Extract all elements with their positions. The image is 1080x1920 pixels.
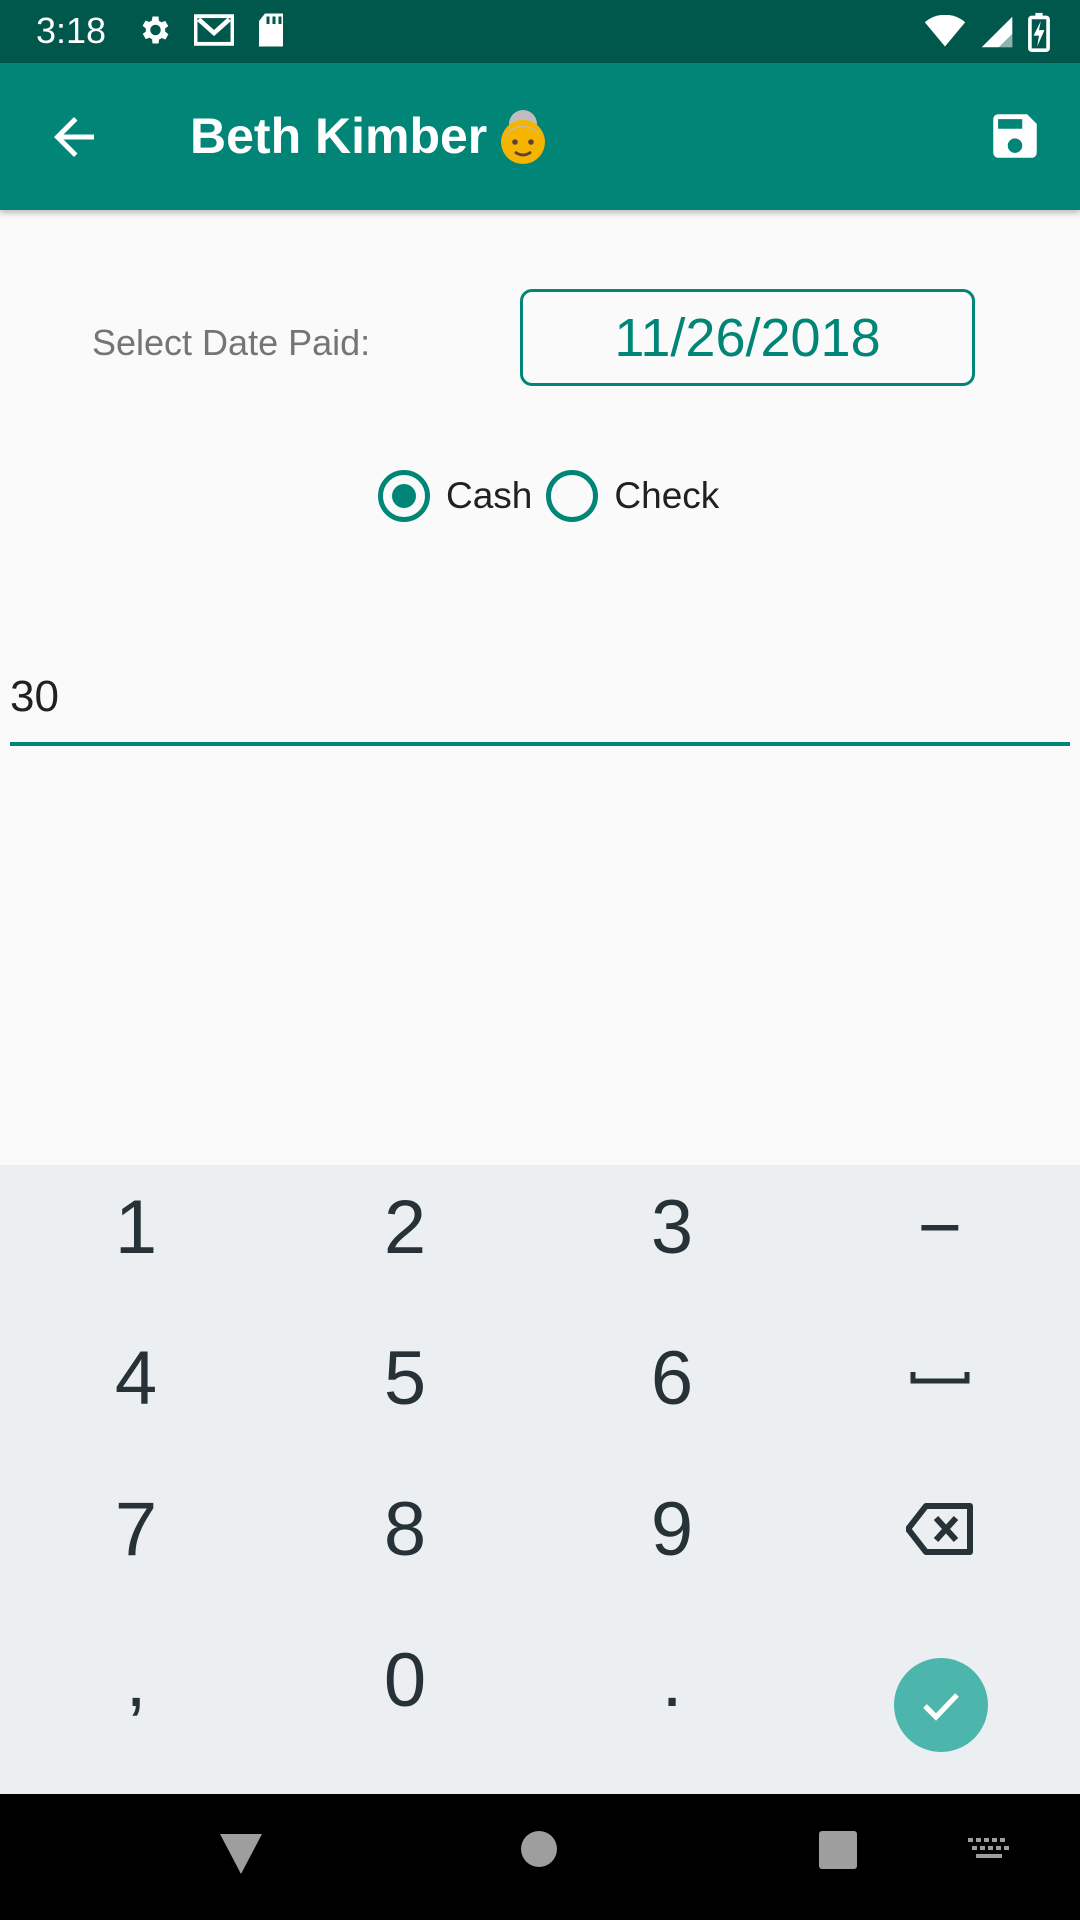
key-8[interactable]: 8 xyxy=(305,1469,505,1589)
key-0[interactable]: 0 xyxy=(305,1620,505,1740)
key-7[interactable]: 7 xyxy=(36,1469,236,1589)
backspace-icon xyxy=(906,1502,974,1556)
wifi-icon xyxy=(924,15,966,49)
sd-card-icon xyxy=(256,12,286,48)
app-bar: Beth Kimber xyxy=(0,63,1080,210)
key-2[interactable]: 2 xyxy=(305,1167,505,1287)
navigation-bar xyxy=(0,1794,1080,1920)
keyboard-switch-icon[interactable] xyxy=(968,1838,1010,1864)
key-comma[interactable]: , xyxy=(36,1620,236,1740)
radio-cash-label[interactable]: Cash xyxy=(446,475,532,517)
key-minus[interactable]: − xyxy=(840,1167,1040,1287)
status-bar: 3:18 xyxy=(0,0,1080,63)
radio-cash-circle[interactable] xyxy=(378,470,430,522)
page-title-text: Beth Kimber xyxy=(190,108,488,164)
key-space[interactable] xyxy=(840,1318,1040,1438)
radio-check[interactable]: Check xyxy=(546,470,719,522)
enter-key[interactable] xyxy=(894,1658,988,1752)
key-3[interactable]: 3 xyxy=(572,1167,772,1287)
key-9[interactable]: 9 xyxy=(572,1469,772,1589)
key-period[interactable]: . xyxy=(572,1620,772,1740)
amount-input[interactable]: 30 xyxy=(10,672,1070,746)
numeric-keyboard: 1 2 3 − 4 5 6 7 8 9 , 0 . xyxy=(0,1165,1080,1794)
save-icon xyxy=(986,107,1044,165)
key-5[interactable]: 5 xyxy=(305,1318,505,1438)
check-icon xyxy=(917,1681,965,1729)
radio-cash[interactable]: Cash xyxy=(378,470,532,522)
key-1[interactable]: 1 xyxy=(36,1167,236,1287)
older-woman-emoji-icon xyxy=(495,108,551,164)
space-icon xyxy=(910,1366,970,1390)
gmail-icon xyxy=(194,12,234,48)
key-backspace[interactable] xyxy=(840,1469,1040,1589)
date-paid-label: Select Date Paid: xyxy=(92,322,371,363)
home-circle-icon[interactable] xyxy=(520,1830,558,1868)
date-picker-button[interactable]: 11/26/2018 xyxy=(520,289,975,386)
save-button[interactable] xyxy=(986,107,1044,165)
payment-method-radio-group: Cash Check xyxy=(378,470,733,522)
radio-check-circle[interactable] xyxy=(546,470,599,522)
recents-square-icon[interactable] xyxy=(818,1830,858,1870)
back-triangle-icon[interactable] xyxy=(218,1832,264,1876)
back-button[interactable] xyxy=(44,107,104,167)
page-title: Beth Kimber xyxy=(190,107,551,165)
radio-check-label[interactable]: Check xyxy=(614,475,719,517)
key-6[interactable]: 6 xyxy=(572,1318,772,1438)
battery-charging-icon xyxy=(1028,12,1050,52)
settings-icon xyxy=(136,12,172,48)
arrow-back-icon xyxy=(44,107,104,167)
status-time: 3:18 xyxy=(36,10,107,51)
signal-icon xyxy=(980,15,1014,49)
key-4[interactable]: 4 xyxy=(36,1318,236,1438)
